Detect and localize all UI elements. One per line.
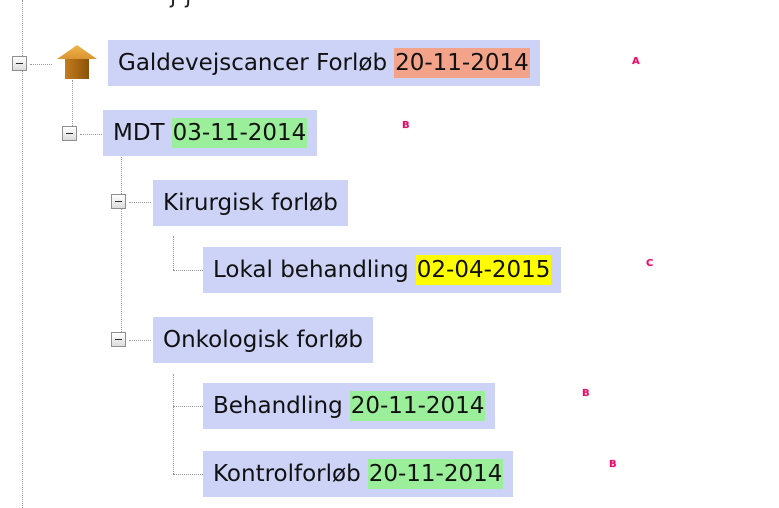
- collapse-minus-icon[interactable]: [62, 126, 77, 141]
- tree-connector: [30, 64, 52, 65]
- node-label-text: Galdevejscancer Forløb: [118, 50, 388, 76]
- collapse-minus-icon[interactable]: [111, 194, 126, 209]
- node-date: 03-11-2014: [171, 118, 308, 148]
- status-badge: B: [402, 120, 410, 131]
- tree-node-kontrolforloeb[interactable]: Kontrolforløb 20-11-2014: [203, 451, 514, 497]
- node-label-text: Kontrolforløb: [213, 461, 361, 487]
- node-date: 20-11-2014: [367, 459, 504, 489]
- node-label-text: Onkologisk forløb: [163, 327, 364, 353]
- tree-connector: [173, 374, 174, 474]
- node-label-text: MDT: [113, 120, 165, 146]
- tree-connector: [22, 0, 23, 508]
- node-label-text: Behandling: [213, 393, 343, 419]
- node-label-text: Kirurgisk forløb: [163, 190, 338, 216]
- tree-node-onkologisk[interactable]: Onkologisk forløb: [153, 317, 374, 363]
- collapse-minus-icon[interactable]: [12, 56, 27, 71]
- status-badge: A: [632, 56, 640, 67]
- node-date: 20-11-2014: [394, 48, 530, 78]
- tree-node-kirurgisk[interactable]: Kirurgisk forløb: [153, 180, 348, 226]
- clipped-header-text: j j: [170, 0, 192, 9]
- tree-node-galdevejscancer[interactable]: Galdevejscancer Forløb 20-11-2014: [108, 40, 540, 86]
- tree-connector: [173, 236, 174, 270]
- tree-node-mdt[interactable]: MDT 03-11-2014: [103, 110, 318, 156]
- tree-connector: [129, 340, 151, 341]
- tree-node-behandling[interactable]: Behandling 20-11-2014: [203, 383, 496, 429]
- tree-connector: [80, 134, 102, 135]
- node-label-text: Lokal behandling: [213, 257, 409, 283]
- tree-connector: [121, 150, 122, 340]
- status-badge: B: [582, 388, 590, 399]
- status-badge: C: [646, 258, 654, 269]
- tree-node-lokal-behandling[interactable]: Lokal behandling 02-04-2015: [203, 247, 562, 293]
- collapse-minus-icon[interactable]: [111, 332, 126, 347]
- tree-connector: [173, 474, 203, 475]
- node-date: 02-04-2015: [415, 255, 552, 285]
- house-icon: [57, 45, 97, 79]
- tree-connector: [173, 270, 203, 271]
- status-badge: B: [609, 459, 617, 470]
- tree-connector: [173, 406, 203, 407]
- node-date: 20-11-2014: [349, 391, 486, 421]
- tree-connector: [129, 202, 151, 203]
